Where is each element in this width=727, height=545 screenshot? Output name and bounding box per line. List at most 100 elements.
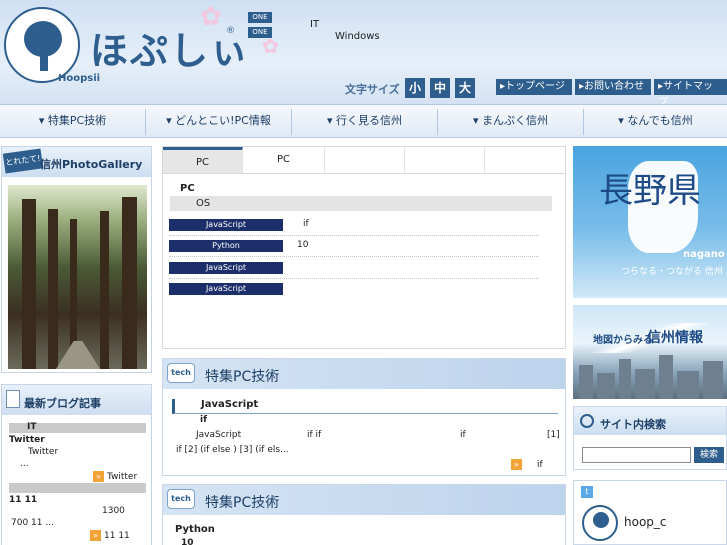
map-banner-text: 地図からみる xyxy=(593,335,653,346)
contact-link[interactable]: ▸お問い合わせ xyxy=(575,79,651,95)
page: ほぷしぃ ® Hoopsii ✿ ✿ ONE ONE IT Windows 文字… xyxy=(0,0,727,545)
article-text: [1] xyxy=(547,430,560,440)
photo-gallery-header: とれたて! 信州PhotoGallery xyxy=(2,147,151,177)
latest-blog-box: 最新ブログ記事 IT Twitter Twitter ... » Twitter … xyxy=(1,384,152,545)
blog-read-more-link[interactable]: » 11 11 xyxy=(90,530,130,541)
header-tagline: IT xyxy=(310,19,320,30)
blog-title: 最新ブログ記事 xyxy=(24,397,101,410)
feature-pc-section: tech 特集PC技術 Python 10 xyxy=(162,484,566,545)
blog-read-more-link[interactable]: » Twitter xyxy=(93,471,137,482)
top-page-link[interactable]: ▸トップページ xyxy=(496,79,572,95)
list-item[interactable]: Python 10 xyxy=(169,237,539,257)
nagano-title: 長野県 xyxy=(599,171,701,211)
header-tagline: Windows xyxy=(335,31,380,42)
category-tag[interactable]: JavaScript xyxy=(169,262,283,274)
tab-panel: PC OS JavaScript if Python 10 JavaScript… xyxy=(162,174,566,349)
font-size-medium-button[interactable]: 中 xyxy=(430,78,450,98)
fresh-tag: とれたて! xyxy=(2,148,44,174)
blog-post-title[interactable]: 11 11 xyxy=(9,495,37,505)
twitter-icon: t xyxy=(581,486,593,498)
avatar[interactable] xyxy=(582,505,618,541)
arrow-icon: » xyxy=(93,471,104,482)
category-tag[interactable]: Python xyxy=(169,240,283,252)
article-text: if if xyxy=(307,430,322,440)
tab-pc-1[interactable]: PC xyxy=(163,147,243,173)
tab-5[interactable] xyxy=(485,147,565,173)
nav-item-pc-info[interactable]: ▾ どんとこい!PC情報 xyxy=(146,105,291,137)
list-item-text[interactable]: if xyxy=(303,219,309,229)
gallery-photo[interactable] xyxy=(8,185,147,369)
logo-subtext: Hoopsii xyxy=(58,73,101,84)
nagano-en: nagano xyxy=(683,249,725,260)
category-tag[interactable]: JavaScript xyxy=(169,219,283,231)
category-tag[interactable]: JavaScript xyxy=(169,283,283,295)
blog-divider xyxy=(9,483,146,493)
site-header: ほぷしぃ ® Hoopsii ✿ ✿ ONE ONE IT Windows 文字… xyxy=(0,0,727,108)
main-nav: ▾ 特集PC技術 ▾ どんとこい!PC情報 ▾ 行く見る信州 ▾ まんぷく信州 … xyxy=(0,104,727,138)
blog-header: 最新ブログ記事 xyxy=(2,385,151,415)
list-item-text[interactable]: 10 xyxy=(297,240,308,250)
photo-gallery-title[interactable]: 信州PhotoGallery xyxy=(40,156,142,172)
article-title[interactable]: Python xyxy=(175,524,215,535)
map-info-banner[interactable]: 地図からみる 信州情報 xyxy=(573,305,727,399)
font-size-large-button[interactable]: 大 xyxy=(455,78,475,98)
search-icon xyxy=(580,414,594,428)
list-item[interactable]: JavaScript if xyxy=(169,216,539,236)
tab-pc-2[interactable]: PC xyxy=(243,147,325,173)
content-tabs: PC PC xyxy=(162,146,566,174)
flower-icon: ✿ xyxy=(200,2,222,32)
blog-category: IT xyxy=(27,422,37,432)
nav-item-feature-pc[interactable]: ▾ 特集PC技術 xyxy=(0,105,145,137)
blog-divider: IT xyxy=(9,422,146,433)
search-header: サイト内検索 xyxy=(574,407,726,435)
arrow-icon: » xyxy=(511,459,522,470)
logo-tree-icon[interactable] xyxy=(4,7,80,83)
nagano-banner[interactable]: 長野県 nagano つらなる・つながる 信州 xyxy=(573,146,727,298)
search-input[interactable] xyxy=(582,447,691,463)
arrow-icon: » xyxy=(90,530,101,541)
tech-icon: tech xyxy=(167,363,195,383)
blog-post-text: 1300 xyxy=(102,506,125,516)
article-title[interactable]: JavaScript xyxy=(172,399,558,414)
photo-gallery-box: とれたて! 信州PhotoGallery xyxy=(1,146,152,373)
blog-post-text: ... xyxy=(20,459,29,469)
article-subtitle: if xyxy=(200,415,208,425)
article-subtitle: 10 xyxy=(181,538,194,545)
nav-item-shinshu-food[interactable]: ▾ まんぷく信州 xyxy=(438,105,583,137)
font-size-small-button[interactable]: 小 xyxy=(405,78,425,98)
article-text: if xyxy=(460,430,466,440)
section-header: tech 特集PC技術 xyxy=(163,359,565,389)
article-text: if [2] (if else ) [3] (if els... xyxy=(176,445,289,455)
nav-item-shinshu-travel[interactable]: ▾ 行く見る信州 xyxy=(292,105,437,137)
blog-post-text: Twitter xyxy=(28,447,59,457)
header-badge: ONE xyxy=(248,27,272,38)
twitter-username[interactable]: hoop_c xyxy=(624,515,667,529)
list-item[interactable]: JavaScript xyxy=(169,259,539,279)
sitemap-link[interactable]: ▸サイトマップ xyxy=(654,79,727,108)
font-size-label: 文字サイズ xyxy=(345,83,400,96)
nav-item-shinshu-misc[interactable]: ▾ なんでも信州 xyxy=(584,105,727,137)
feature-pc-section: tech 特集PC技術 JavaScript if JavaScript if … xyxy=(162,358,566,476)
tab-4[interactable] xyxy=(405,147,485,173)
read-more-link[interactable]: » if xyxy=(511,459,543,470)
section-title[interactable]: 特集PC技術 xyxy=(205,492,279,512)
header-badge: ONE xyxy=(248,12,272,23)
site-search-box: サイト内検索 検索 xyxy=(573,406,727,470)
os-category-bar: OS xyxy=(170,196,552,211)
tech-icon: tech xyxy=(167,489,195,509)
search-title: サイト内検索 xyxy=(600,418,666,431)
section-title[interactable]: 特集PC技術 xyxy=(205,366,279,386)
panel-heading: PC xyxy=(180,183,195,194)
blog-post-text: 700 11 ... xyxy=(11,518,54,528)
search-button[interactable]: 検索 xyxy=(694,447,724,463)
list-item[interactable]: JavaScript xyxy=(169,280,539,300)
section-header: tech 特集PC技術 xyxy=(163,485,565,515)
article-text: JavaScript xyxy=(196,430,242,440)
document-icon xyxy=(6,390,20,408)
nagano-tagline: つらなる・つながる 信州 xyxy=(621,267,723,277)
twitter-box: t hoop_c xyxy=(573,480,727,545)
tab-3[interactable] xyxy=(325,147,405,173)
logo-registered-mark: ® xyxy=(226,26,235,36)
map-banner-title: 信州情報 xyxy=(647,330,703,346)
blog-post-title[interactable]: Twitter xyxy=(9,435,45,445)
